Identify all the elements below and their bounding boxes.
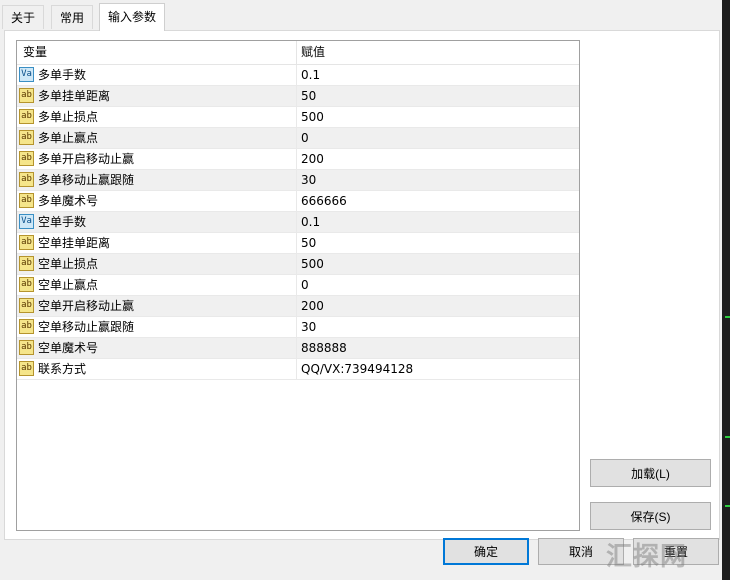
value-cell[interactable]: 0 xyxy=(301,275,309,295)
ab-icon: ab xyxy=(19,319,34,334)
value-cell[interactable]: 0.1 xyxy=(301,65,320,85)
variable-cell[interactable]: Va 多单手数 xyxy=(17,65,297,85)
variable-cell[interactable]: ab 空单止损点 xyxy=(17,254,297,274)
parameter-grid[interactable]: 变量 赋值 Va 多单手数 0.1 ab 多单挂单距离 50 ab 多单止损点 500 ab 多单止… xyxy=(16,40,580,531)
variable-cell[interactable]: ab 多单移动止赢跟随 xyxy=(17,170,297,190)
save-button[interactable]: 保存(S) xyxy=(590,502,711,530)
chart-mark xyxy=(725,505,730,507)
variable-cell[interactable]: ab 多单挂单距离 xyxy=(17,86,297,106)
ab-icon: ab xyxy=(19,256,34,271)
ab-icon: ab xyxy=(19,361,34,376)
va-icon: Va xyxy=(19,67,34,82)
variable-name: 空单开启移动止赢 xyxy=(38,299,135,313)
variable-name: 联系方式 xyxy=(38,362,87,376)
variable-cell[interactable]: ab 空单止赢点 xyxy=(17,275,297,295)
tab-input-params[interactable]: 输入参数 xyxy=(99,3,166,31)
value-cell[interactable]: 200 xyxy=(301,149,324,169)
value-cell[interactable]: 500 xyxy=(301,254,324,274)
table-row[interactable]: ab 空单移动止赢跟随 30 xyxy=(17,317,579,338)
ab-icon: ab xyxy=(19,130,34,145)
table-row[interactable]: ab 联系方式 QQ/VX:739494128 xyxy=(17,359,579,380)
grid-rows: Va 多单手数 0.1 ab 多单挂单距离 50 ab 多单止损点 500 ab 多单止赢点 0 ab 多… xyxy=(17,65,579,380)
table-row[interactable]: ab 空单挂单距离 50 xyxy=(17,233,579,254)
variable-cell[interactable]: ab 联系方式 xyxy=(17,359,297,379)
value-cell[interactable]: 50 xyxy=(301,233,316,253)
value-cell[interactable]: 888888 xyxy=(301,338,347,358)
table-row[interactable]: ab 多单开启移动止赢 200 xyxy=(17,149,579,170)
value-cell[interactable]: 0.1 xyxy=(301,212,320,232)
variable-name: 多单手数 xyxy=(38,68,87,82)
chart-mark xyxy=(725,316,730,318)
variable-name: 空单挂单距离 xyxy=(38,236,111,250)
column-divider[interactable] xyxy=(296,41,297,64)
variable-name: 多单止损点 xyxy=(38,110,99,124)
grid-header: 变量 赋值 xyxy=(17,41,579,65)
load-button[interactable]: 加载(L) xyxy=(590,459,711,487)
variable-name: 多单止赢点 xyxy=(38,131,99,145)
variable-cell[interactable]: ab 空单魔术号 xyxy=(17,338,297,358)
value-cell[interactable]: 30 xyxy=(301,170,316,190)
variable-cell[interactable]: ab 多单止赢点 xyxy=(17,128,297,148)
variable-name: 空单移动止赢跟随 xyxy=(38,320,135,334)
variable-cell[interactable]: ab 多单魔术号 xyxy=(17,191,297,211)
variable-name: 多单魔术号 xyxy=(38,194,99,208)
variable-cell[interactable]: ab 空单移动止赢跟随 xyxy=(17,317,297,337)
ab-icon: ab xyxy=(19,235,34,250)
chart-mark xyxy=(725,436,730,438)
value-cell[interactable]: 30 xyxy=(301,317,316,337)
table-row[interactable]: ab 多单移动止赢跟随 30 xyxy=(17,170,579,191)
table-row[interactable]: ab 多单挂单距离 50 xyxy=(17,86,579,107)
background-window-strip xyxy=(722,0,730,580)
value-cell[interactable]: QQ/VX:739494128 xyxy=(301,359,413,379)
ab-icon: ab xyxy=(19,298,34,313)
variable-name: 空单止损点 xyxy=(38,257,99,271)
variable-name: 多单移动止赢跟随 xyxy=(38,173,135,187)
variable-name: 多单开启移动止赢 xyxy=(38,152,135,166)
variable-cell[interactable]: ab 空单挂单距离 xyxy=(17,233,297,253)
column-header-value[interactable]: 赋值 xyxy=(301,41,325,64)
table-row[interactable]: ab 空单止赢点 0 xyxy=(17,275,579,296)
ab-icon: ab xyxy=(19,193,34,208)
value-cell[interactable]: 0 xyxy=(301,128,309,148)
variable-name: 空单手数 xyxy=(38,215,87,229)
variable-cell[interactable]: ab 多单开启移动止赢 xyxy=(17,149,297,169)
table-row[interactable]: ab 空单魔术号 888888 xyxy=(17,338,579,359)
ab-icon: ab xyxy=(19,88,34,103)
tab-about[interactable]: 关于 xyxy=(2,5,45,29)
value-cell[interactable]: 50 xyxy=(301,86,316,106)
variable-name: 空单止赢点 xyxy=(38,278,99,292)
variable-cell[interactable]: ab 空单开启移动止赢 xyxy=(17,296,297,316)
table-row[interactable]: ab 空单开启移动止赢 200 xyxy=(17,296,579,317)
ab-icon: ab xyxy=(19,109,34,124)
ab-icon: ab xyxy=(19,340,34,355)
table-row[interactable]: Va 空单手数 0.1 xyxy=(17,212,579,233)
ab-icon: ab xyxy=(19,172,34,187)
ab-icon: ab xyxy=(19,151,34,166)
variable-cell[interactable]: ab 多单止损点 xyxy=(17,107,297,127)
table-row[interactable]: ab 空单止损点 500 xyxy=(17,254,579,275)
va-icon: Va xyxy=(19,214,34,229)
column-header-variable[interactable]: 变量 xyxy=(23,41,47,64)
tab-bar: 关于 常用 输入参数 xyxy=(0,0,722,31)
variable-name: 多单挂单距离 xyxy=(38,89,111,103)
value-cell[interactable]: 200 xyxy=(301,296,324,316)
watermark: 汇探网 xyxy=(606,542,688,572)
tab-common[interactable]: 常用 xyxy=(51,5,94,29)
ok-button[interactable]: 确定 xyxy=(443,538,529,565)
variable-name: 空单魔术号 xyxy=(38,341,99,355)
table-row[interactable]: ab 多单止赢点 0 xyxy=(17,128,579,149)
table-row[interactable]: ab 多单止损点 500 xyxy=(17,107,579,128)
table-row[interactable]: Va 多单手数 0.1 xyxy=(17,65,579,86)
ab-icon: ab xyxy=(19,277,34,292)
value-cell[interactable]: 666666 xyxy=(301,191,347,211)
table-row[interactable]: ab 多单魔术号 666666 xyxy=(17,191,579,212)
variable-cell[interactable]: Va 空单手数 xyxy=(17,212,297,232)
value-cell[interactable]: 500 xyxy=(301,107,324,127)
